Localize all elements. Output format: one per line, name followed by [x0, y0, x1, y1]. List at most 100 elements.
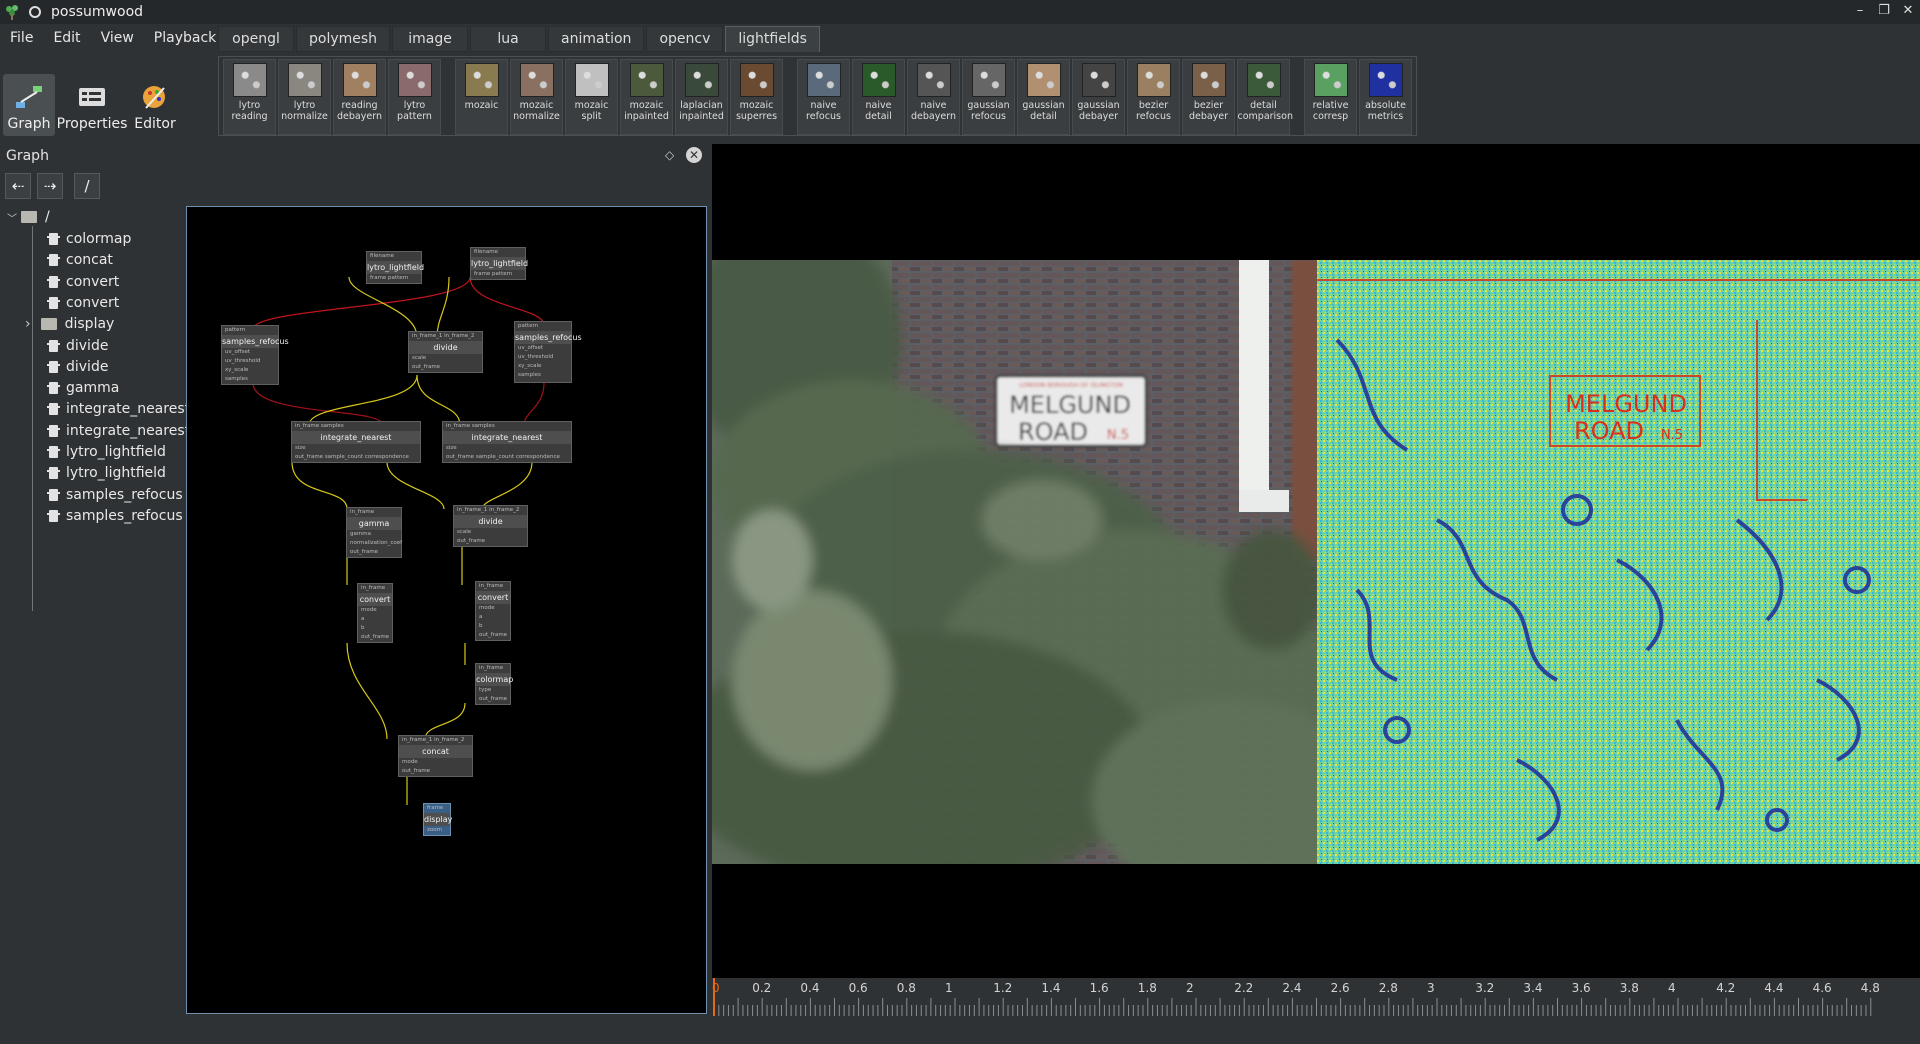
tool-mozaic-superres-button[interactable]: mozaic superres — [730, 59, 783, 135]
path-root-button[interactable]: / — [74, 173, 100, 199]
editor-button[interactable]: Editor — [129, 74, 181, 136]
tool-mozaic-split-button[interactable]: mozaic split — [565, 59, 618, 135]
tab-opengl[interactable]: opengl — [218, 26, 294, 52]
timeline-label: 3.8 — [1619, 981, 1639, 995]
graph-node-refocus2[interactable]: pattern samples_refocus uv_offset uv_thresh… — [514, 321, 582, 383]
tree-root[interactable]: ﹀ / — [7, 206, 50, 228]
tool-naive-refocus-button[interactable]: naive refocus — [797, 59, 850, 135]
tree-item-lytro_lightfield[interactable]: lytro_lightfield — [47, 462, 166, 484]
tool-mozaic-normalize-button[interactable]: mozaic normalize — [510, 59, 563, 135]
tree-item-samples_refocus[interactable]: samples_refocus — [47, 505, 183, 527]
tool-mozaic-button[interactable]: mozaic — [455, 59, 508, 135]
tool-lytro-normalize-button[interactable]: lytro normalize — [278, 59, 331, 135]
graph-node-refocus1[interactable]: pattern samples_refocus uv_offset uv_thresh… — [221, 325, 289, 385]
graph-node-convert1[interactable]: in_frame convert mode a b out_frame — [357, 583, 393, 643]
graph-node-lytro2[interactable]: filename lytro_lightfield frame pattern — [470, 247, 528, 280]
tree-item-convert[interactable]: convert — [47, 271, 119, 293]
node-port-label: size — [295, 445, 306, 451]
tab-polymesh[interactable]: polymesh — [296, 26, 391, 52]
graph-node-lytro1[interactable]: filename lytro_lightfield frame pattern — [366, 251, 424, 284]
menu-file[interactable]: File — [0, 27, 43, 51]
maximize-button[interactable]: ❐ — [1876, 3, 1892, 19]
menu-view[interactable]: View — [91, 27, 144, 51]
node-port-label: in_frame_1 in_frame_2 — [412, 333, 475, 339]
tree-item-integrate_nearest[interactable]: integrate_nearest — [47, 420, 190, 442]
tool-gaussian-debayer-button[interactable]: gaussian debayer — [1072, 59, 1125, 135]
graph-node-colormap[interactable]: in_frame colormap type out_frame — [475, 663, 513, 705]
graph-node-gamma[interactable]: in_frame gamma gamma normalization_coef out_… — [346, 507, 402, 558]
minimize-button[interactable]: – — [1852, 3, 1868, 19]
tree-item-integrate_nearest[interactable]: integrate_nearest — [47, 398, 190, 420]
node-port-label: in_frame — [479, 665, 504, 671]
tool-naive-debayern-button[interactable]: naive debayern — [907, 59, 960, 135]
tab-image[interactable]: image — [392, 26, 469, 52]
tool-gaussian-refocus-button[interactable]: gaussian refocus — [962, 59, 1015, 135]
toolbar-tabs: opengl polymesh image lua animation open… — [218, 26, 822, 52]
graph-tree: ﹀ / colormap concat convert convert › display… — [3, 206, 190, 1014]
tool-thumbnail-icon — [1191, 63, 1226, 97]
node-port-label: xy_scale — [518, 363, 542, 369]
graph-node-integ2[interactable]: in_frame samples integrate_nearest size out… — [442, 421, 572, 463]
tool-thumbnail-icon — [342, 63, 377, 97]
node-title: divide — [454, 515, 527, 528]
tab-lightfields[interactable]: lightfields — [725, 26, 820, 52]
tool-gaussian-detail-button[interactable]: gaussian detail — [1017, 59, 1070, 135]
menu-bar: File Edit View Playback — [0, 27, 226, 51]
tree-item-display[interactable]: › display — [25, 313, 114, 335]
timeline[interactable]: 0 0.2 0.4 0.6 0.8 1 1.2 1.4 1.6 1.8 2 2.2 2.4 2.6 2.8 3… — [712, 978, 1920, 1016]
forward-button[interactable]: ⇢ — [37, 173, 63, 199]
tree-item-divide[interactable]: divide — [47, 335, 109, 357]
node-port-label: uv_offset — [518, 345, 544, 351]
expand-chevron-icon[interactable]: ﹀ — [7, 210, 17, 225]
tool-laplacian-inpainted-button[interactable]: laplacian inpainted — [675, 59, 728, 135]
tree-item-label: divide — [66, 337, 109, 354]
graph-node-display[interactable]: frame display zoom — [423, 803, 452, 836]
tree-item-lytro_lightfield[interactable]: lytro_lightfield — [47, 441, 166, 463]
tree-item-concat[interactable]: concat — [47, 249, 113, 271]
tool-relative-corresp-button[interactable]: relative corresp — [1304, 59, 1357, 135]
graph-node-concat[interactable]: in_frame_1 in_frame_2 concat mode out_frame — [398, 735, 473, 777]
node-title: convert — [358, 593, 392, 606]
close-panel-icon[interactable]: ✕ — [686, 147, 702, 163]
graph-button[interactable]: Graph — [3, 74, 55, 136]
tab-lua[interactable]: lua — [470, 26, 547, 52]
back-button[interactable]: ⇠ — [5, 173, 31, 199]
tool-thumbnail-icon — [232, 63, 267, 97]
tool-label: relative corresp — [1312, 100, 1349, 122]
status-bar — [0, 1016, 1920, 1044]
node-title: concat — [399, 745, 472, 758]
tree-item-samples_refocus[interactable]: samples_refocus — [47, 484, 183, 506]
timeline-label: 2.4 — [1282, 981, 1302, 995]
graph-node-divide1[interactable]: in_frame_1 in_frame_2 divide scale out_fram… — [408, 331, 483, 373]
tool-lytro-pattern-button[interactable]: lytro pattern — [388, 59, 441, 135]
tool-mozaic-inpainted-button[interactable]: mozaic inpainted — [620, 59, 673, 135]
tree-item-convert[interactable]: convert — [47, 292, 119, 314]
tree-item-gamma[interactable]: gamma — [47, 377, 119, 399]
tool-naive-detail-button[interactable]: naive detail — [852, 59, 905, 135]
tab-opencv[interactable]: opencv — [646, 26, 724, 52]
pin-icon[interactable] — [29, 6, 41, 18]
close-window-button[interactable]: ✕ — [1900, 3, 1916, 19]
tree-root-label: / — [45, 209, 50, 225]
expand-chevron-icon[interactable]: › — [25, 316, 31, 332]
tool-bezier-refocus-button[interactable]: bezier refocus — [1127, 59, 1180, 135]
graph-node-divide2[interactable]: in_frame_1 in_frame_2 divide scale out_fram… — [453, 505, 528, 547]
colormap-sign-line2-text: ROAD — [1574, 417, 1644, 445]
graph-canvas[interactable]: filename lytro_lightfield frame pattern fil… — [186, 206, 707, 1014]
tool-detail-comparison-button[interactable]: detail comparison — [1237, 59, 1293, 135]
graph-node-convert2[interactable]: in_frame convert mode a b out_frame — [475, 581, 511, 641]
float-panel-icon[interactable]: ◇ — [665, 148, 674, 162]
tool-bezier-debayer-button[interactable]: bezier debayer — [1182, 59, 1235, 135]
graph-node-integ1[interactable]: in_frame samples integrate_nearest size out… — [291, 421, 421, 463]
tool-lytro-reading-button[interactable]: lytro reading — [223, 59, 276, 135]
image-viewer[interactable]: LONDON BOROUGH OF ISLINGTON MELGUND ROAD… — [712, 144, 1920, 1016]
tool-label: bezier debayer — [1188, 100, 1229, 122]
tool-absolute-metrics-button[interactable]: absolute metrics — [1359, 59, 1412, 135]
tree-item-colormap[interactable]: colormap — [47, 228, 131, 250]
tree-item-divide[interactable]: divide — [47, 356, 108, 378]
tab-animation[interactable]: animation — [548, 26, 645, 52]
menu-edit[interactable]: Edit — [43, 27, 90, 51]
properties-button[interactable]: Properties — [57, 74, 127, 136]
menu-playback[interactable]: Playback — [144, 27, 226, 51]
tool-reading-debayern-button[interactable]: reading debayern — [333, 59, 386, 135]
